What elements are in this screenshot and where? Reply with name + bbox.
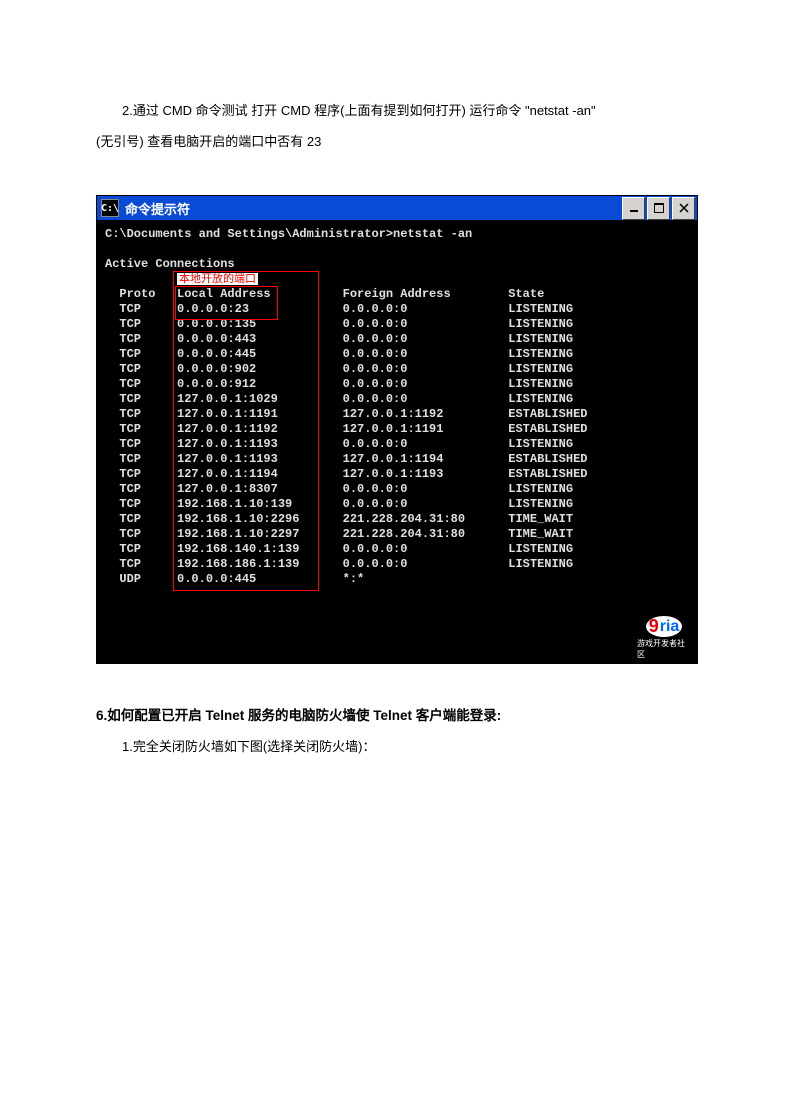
redbox-port-23 [175,286,278,320]
section-6-heading: 6.如何配置已开启 Telnet 服务的电脑防火墙使 Telnet 客户端能登录… [96,704,696,724]
terminal-output: C:\Documents and Settings\Administrator>… [97,221,697,663]
document-body: 2.通过 CMD 命令测试 打开 CMD 程序(上面有提到如何打开) 运行命令 … [0,0,792,755]
cmd-window-screenshot: C:\ 命令提示符 C:\Documents and Settings\Admi… [96,195,698,664]
redbox-local-column [173,271,319,591]
intro-line2: (无引号) 查看电脑开启的端口中否有 23 [96,126,696,157]
window-buttons [622,197,695,220]
cmd-icon: C:\ [101,199,119,217]
watermark-9: 9 [649,616,659,637]
watermark-logo: 9ria 游戏开发者社区 [637,619,691,657]
maximize-button[interactable] [647,197,670,220]
window-titlebar: C:\ 命令提示符 [97,196,697,221]
watermark-ria: ria [660,618,680,636]
intro-paragraph: 2.通过 CMD 命令测试 打开 CMD 程序(上面有提到如何打开) 运行命令 … [96,95,696,157]
intro-line1: 2.通过 CMD 命令测试 打开 CMD 程序(上面有提到如何打开) 运行命令 … [96,95,696,126]
close-button[interactable] [672,197,695,220]
minimize-button[interactable] [622,197,645,220]
section-6-step1: 1.完全关闭防火墙如下图(选择关闭防火墙)： [96,736,696,755]
watermark-sub: 游戏开发者社区 [637,638,691,660]
annotation-label: 本地开放的端口 [177,273,258,285]
window-title: 命令提示符 [125,199,622,218]
